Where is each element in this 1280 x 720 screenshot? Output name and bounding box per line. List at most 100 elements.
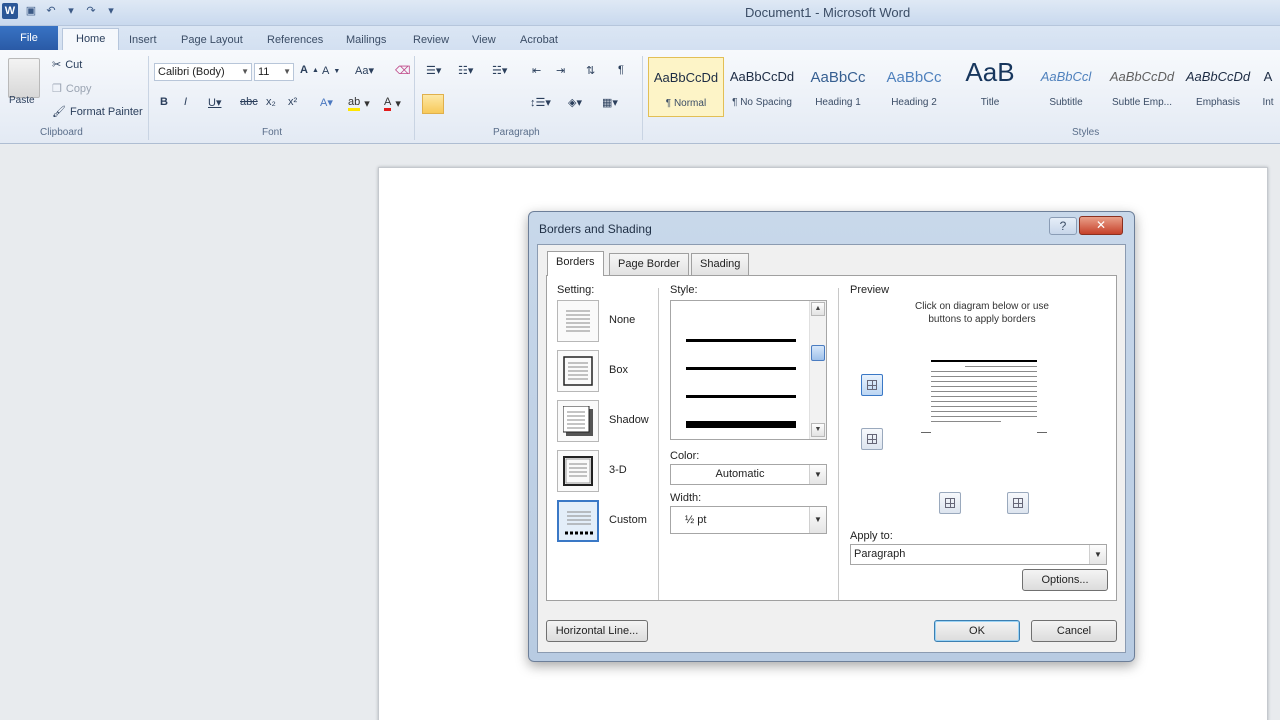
ribbon-tab-bar: File Home Insert Page Layout References … (0, 26, 1280, 50)
group-separator (148, 56, 149, 140)
right-border-icon (1013, 498, 1023, 508)
setting-custom-label[interactable]: Custom (609, 514, 647, 526)
tab-mailings[interactable]: Mailings (346, 30, 386, 50)
style-subtitle[interactable]: AaBbCcl Subtitle (1028, 57, 1104, 117)
right-border-button[interactable] (1007, 492, 1029, 514)
align-left-button[interactable] (422, 94, 444, 114)
increase-indent-button[interactable]: ⇥ (556, 64, 565, 77)
styles-group-label: Styles (1072, 127, 1100, 138)
paste-button-label[interactable]: Paste (9, 95, 35, 106)
paste-icon[interactable] (8, 58, 40, 98)
apply-to-select[interactable]: Paragraph ▼ (850, 544, 1107, 565)
font-name-select[interactable]: Calibri (Body) ▼ (154, 63, 252, 81)
preview-diagram[interactable] (921, 360, 1047, 438)
style-normal[interactable]: AaBbCcDd ¶ Normal (648, 57, 724, 117)
tab-view[interactable]: View (472, 30, 496, 50)
borders-button[interactable]: ▦▾ (602, 96, 618, 109)
setting-none-button[interactable] (557, 300, 599, 342)
scroll-thumb[interactable] (811, 345, 825, 361)
clear-formatting-icon[interactable]: ⌫ (395, 64, 411, 77)
italic-button[interactable]: I (184, 96, 187, 108)
setting-shadow-label[interactable]: Shadow (609, 414, 649, 426)
superscript-button[interactable]: x² (288, 96, 297, 108)
shading-button[interactable]: ◈▾ (568, 96, 582, 109)
scroll-down-icon[interactable]: ▼ (811, 423, 825, 437)
style-heading-1[interactable]: AaBbCc Heading 1 (800, 57, 876, 117)
style-title[interactable]: AaB Title (952, 57, 1028, 117)
tab-home[interactable]: Home (62, 28, 120, 50)
bold-button[interactable]: B (160, 96, 168, 108)
style-intense-emphasis[interactable]: A Int (1256, 57, 1280, 117)
scroll-up-icon[interactable]: ▲ (811, 302, 825, 316)
bottom-border-button[interactable] (861, 428, 883, 450)
highlight-button[interactable]: ab ▾ (348, 96, 370, 111)
horizontal-line-button[interactable]: Horizontal Line... (546, 620, 648, 642)
preview-text-line (931, 371, 1037, 372)
setting-3d-button[interactable] (557, 450, 599, 492)
tab-insert[interactable]: Insert (129, 30, 157, 50)
grow-font-button[interactable]: A ▲ (300, 64, 319, 76)
setting-3d-label[interactable]: 3-D (609, 464, 627, 476)
redo-icon[interactable]: ↷ (84, 4, 98, 18)
line-spacing-button[interactable]: ↕☰▾ (530, 96, 551, 109)
subscript-button[interactable]: x₂ (266, 96, 276, 108)
border-style-option[interactable] (686, 339, 796, 342)
dialog-title: Borders and Shading (539, 222, 652, 236)
change-case-button[interactable]: Aa▾ (355, 64, 374, 77)
setting-box-button[interactable] (557, 350, 599, 392)
help-icon[interactable]: ? (1049, 217, 1077, 235)
width-select[interactable]: ½ pt ▼ (670, 506, 827, 534)
underline-button[interactable]: U▾ (208, 96, 221, 109)
font-size-select[interactable]: 11 ▼ (254, 63, 294, 81)
setting-shadow-button[interactable] (557, 400, 599, 442)
setting-custom-button[interactable] (557, 500, 599, 542)
ok-button[interactable]: OK (934, 620, 1020, 642)
cancel-button[interactable]: Cancel (1031, 620, 1117, 642)
bullets-button[interactable]: ☰▾ (426, 64, 441, 77)
word-logo-icon[interactable]: W (2, 3, 18, 19)
tab-page-layout[interactable]: Page Layout (181, 30, 243, 50)
format-painter-button[interactable]: 🖌 Format Painter (52, 105, 143, 119)
preview-text-line (931, 416, 1037, 417)
tab-file[interactable]: File (0, 26, 58, 50)
copy-button[interactable]: ❐ Copy (52, 82, 92, 96)
multilevel-list-button[interactable]: ☵▾ (492, 64, 507, 77)
border-style-list[interactable]: ▲ ▼ (670, 300, 827, 440)
customize-qat-icon[interactable]: ▾ (104, 4, 118, 18)
setting-box-label[interactable]: Box (609, 364, 628, 376)
tab-borders[interactable]: Borders (547, 251, 604, 276)
strikethrough-button[interactable]: abc (240, 96, 258, 108)
style-list-scrollbar[interactable]: ▲ ▼ (809, 301, 826, 439)
chevron-down-icon: ▼ (241, 67, 249, 76)
tab-references[interactable]: References (267, 30, 323, 50)
font-color-button[interactable]: A ▾ (384, 96, 401, 111)
border-style-option[interactable] (686, 367, 796, 370)
border-style-option[interactable] (686, 395, 796, 398)
border-style-option[interactable] (686, 421, 796, 428)
left-border-button[interactable] (939, 492, 961, 514)
style-no-spacing[interactable]: AaBbCcDd ¶ No Spacing (724, 57, 800, 117)
tab-page-border[interactable]: Page Border (609, 253, 689, 275)
top-border-button[interactable] (861, 374, 883, 396)
sort-button[interactable]: ⇅ (586, 64, 595, 77)
close-icon[interactable]: ✕ (1079, 216, 1123, 235)
undo-icon[interactable]: ↶ (44, 4, 58, 18)
style-name: Heading 2 (891, 97, 937, 108)
decrease-indent-button[interactable]: ⇤ (532, 64, 541, 77)
tab-shading[interactable]: Shading (691, 253, 750, 275)
options-button[interactable]: Options... (1022, 569, 1108, 591)
style-emphasis[interactable]: AaBbCcDd Emphasis (1180, 57, 1256, 117)
style-subtle-emphasis[interactable]: AaBbCcDd Subtle Emp... (1104, 57, 1180, 117)
save-icon[interactable]: ▣ (24, 4, 38, 18)
show-formatting-button[interactable]: ¶ (618, 64, 624, 76)
cut-button[interactable]: ✂ Cut (52, 58, 82, 72)
tab-acrobat[interactable]: Acrobat (520, 30, 558, 50)
setting-none-label[interactable]: None (609, 314, 635, 326)
shrink-font-button[interactable]: A ▼ (322, 65, 340, 77)
color-select[interactable]: Automatic ▼ (670, 464, 827, 485)
numbering-button[interactable]: ☷▾ (458, 64, 473, 77)
style-heading-2[interactable]: AaBbCc Heading 2 (876, 57, 952, 117)
undo-dropdown-icon[interactable]: ▾ (64, 4, 78, 18)
text-effects-button[interactable]: A▾ (320, 96, 333, 109)
tab-review[interactable]: Review (413, 30, 449, 50)
